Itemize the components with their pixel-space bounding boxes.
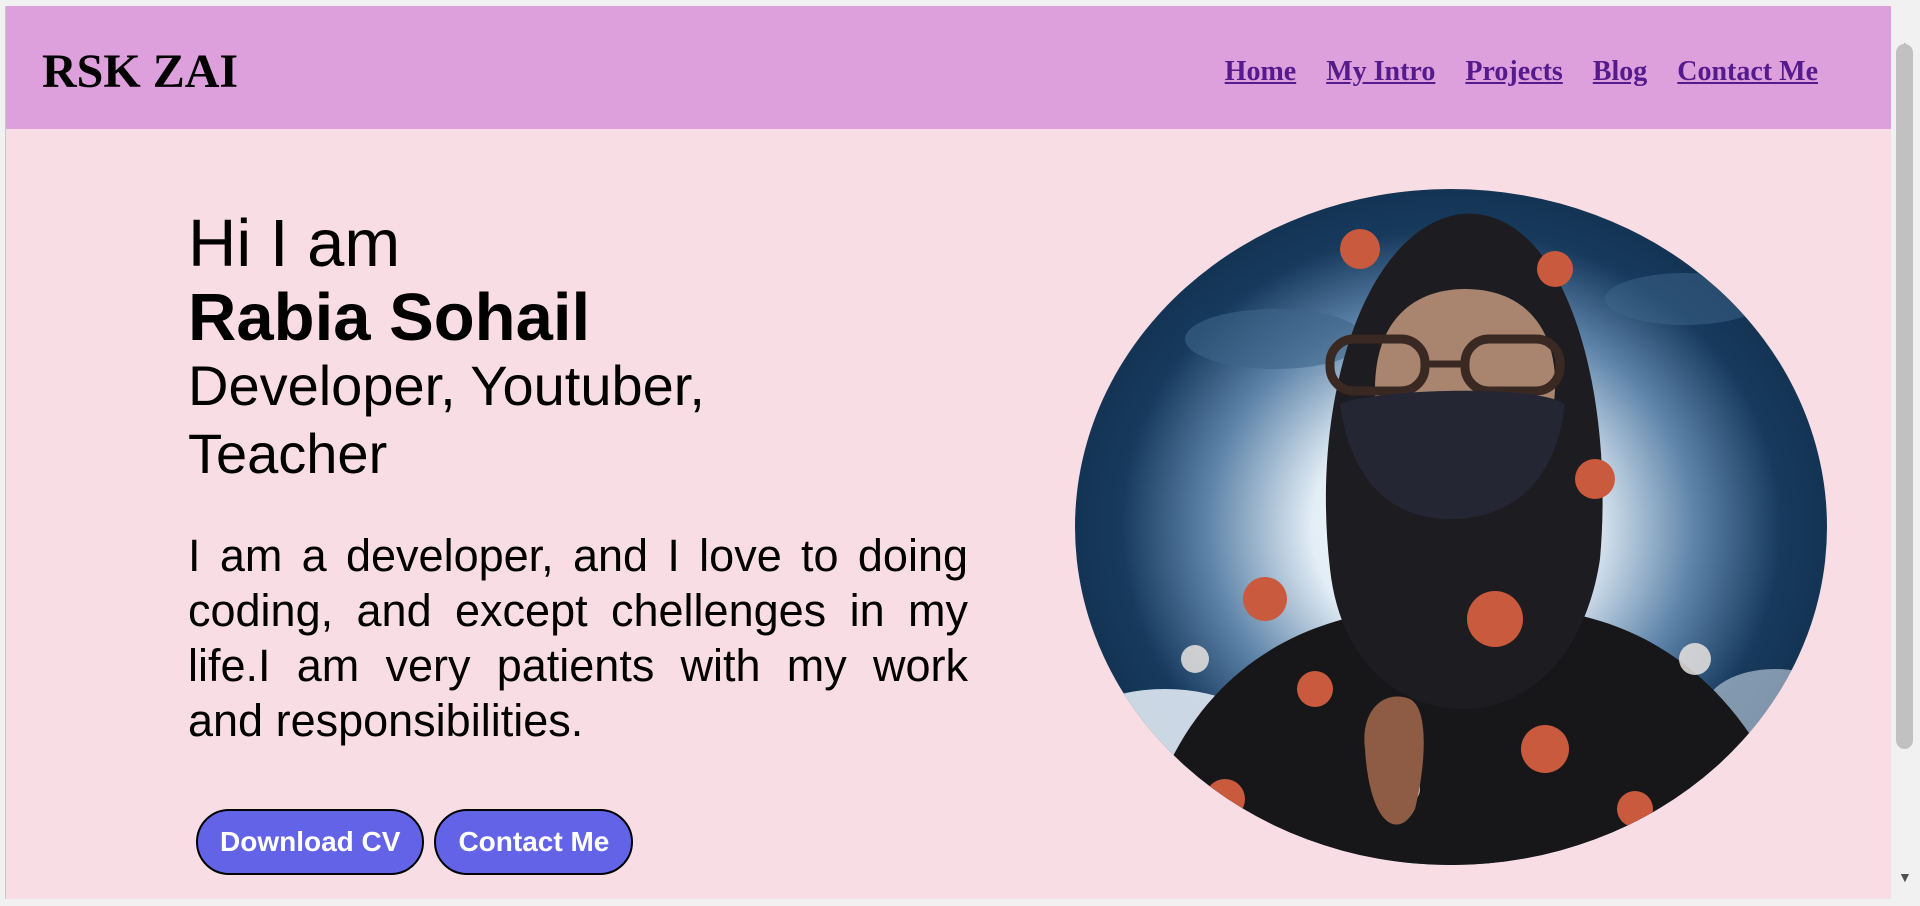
- hero-greeting: Hi I am: [188, 206, 401, 281]
- nav-link-home[interactable]: Home: [1225, 56, 1297, 88]
- hero-about-text: I am a developer, and I love to doing co…: [188, 530, 968, 746]
- scrollbar-thumb[interactable]: [1896, 44, 1913, 749]
- nav-link-my-intro[interactable]: My Intro: [1326, 56, 1435, 88]
- scroll-down-arrow-icon[interactable]: ▼: [1898, 872, 1912, 886]
- nav-link-projects[interactable]: Projects: [1465, 56, 1562, 88]
- hero-intro: Hi I am Rabia Sohail Developer, Youtuber…: [188, 204, 968, 748]
- hero-name: Rabia Sohail: [188, 280, 591, 355]
- site-logo[interactable]: RSK ZAI: [42, 44, 238, 100]
- contact-me-button[interactable]: Contact Me: [434, 809, 634, 875]
- profile-photo-illustration: [1075, 213, 1827, 865]
- navbar: RSK ZAI Home My Intro Projects Blog Cont…: [6, 6, 1892, 129]
- profile-photo: [1075, 189, 1827, 865]
- nav-link-blog[interactable]: Blog: [1593, 56, 1647, 88]
- nav-menu: Home My Intro Projects Blog Contact Me: [1225, 56, 1818, 88]
- hero-buttons: Download CV Contact Me: [196, 809, 634, 875]
- hero-roles: Developer, Youtuber, Teacher: [188, 354, 705, 485]
- download-cv-button[interactable]: Download CV: [196, 809, 425, 875]
- page-viewport: RSK ZAI Home My Intro Projects Blog Cont…: [5, 6, 1892, 899]
- nav-link-contact-me[interactable]: Contact Me: [1677, 56, 1818, 88]
- vertical-scrollbar[interactable]: ▲ ▼: [1891, 6, 1920, 899]
